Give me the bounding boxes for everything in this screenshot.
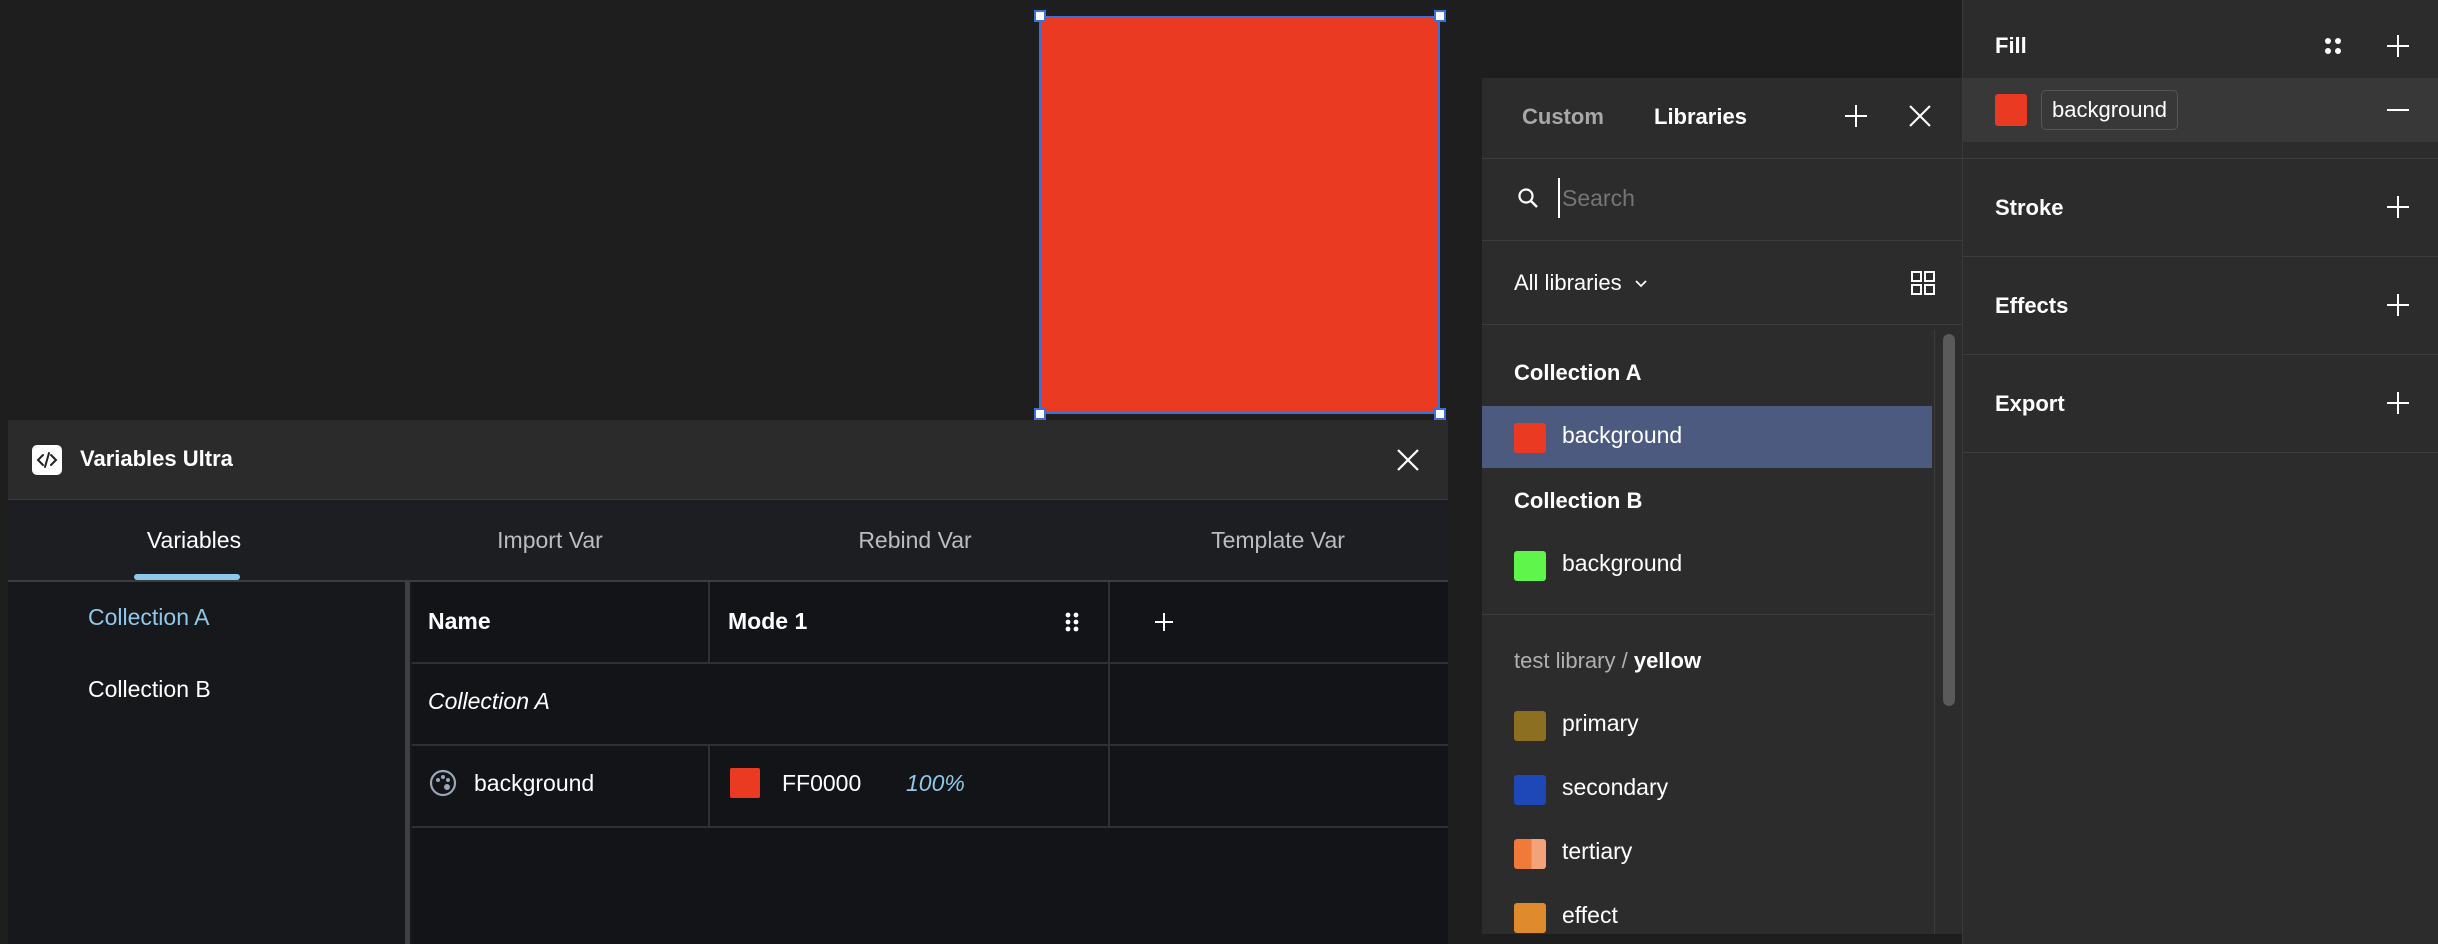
resize-handle-top-right[interactable] (1434, 10, 1446, 22)
grid-divider (412, 662, 1448, 664)
library-path-title: test library / yellow (1514, 648, 1701, 674)
resize-handle-top-left[interactable] (1034, 10, 1046, 22)
properties-panel: Fill background Stroke Effects Export (1962, 0, 2438, 944)
library-item-label: tertiary (1562, 838, 1633, 864)
divider (1963, 158, 2438, 159)
style-grid-icon[interactable] (2319, 32, 2347, 60)
color-swatch (1514, 775, 1546, 805)
library-item[interactable]: tertiary (1482, 822, 1932, 884)
color-swatch[interactable] (730, 768, 760, 798)
hex-value[interactable]: FF0000 (782, 770, 861, 797)
add-mode-icon[interactable] (1150, 608, 1178, 636)
export-section-title: Export (1995, 391, 2065, 416)
divider (1963, 452, 2438, 453)
tab-template-var[interactable]: Template Var (1138, 500, 1418, 580)
code-icon (32, 445, 62, 475)
divider (1482, 158, 1962, 159)
fill-variable-pill[interactable]: background (2041, 90, 2178, 130)
divider (1482, 614, 1934, 615)
collection-item-a[interactable]: Collection A (88, 604, 209, 631)
library-item[interactable]: secondary (1482, 758, 1932, 820)
active-tab-indicator (134, 574, 240, 580)
tab-import-var[interactable]: Import Var (420, 500, 680, 580)
grid-divider (412, 826, 1448, 828)
plugin-window: Variables Ultra Variables Import Var Reb… (8, 420, 1448, 944)
effects-section-title: Effects (1995, 293, 2069, 318)
selected-rectangle[interactable] (1039, 16, 1440, 414)
tab-variables[interactable]: Variables (72, 500, 316, 580)
plugin-title: Variables Ultra (80, 446, 233, 471)
scrollbar-track[interactable] (1934, 330, 1962, 934)
color-swatch (1514, 839, 1546, 869)
search-input[interactable] (1558, 178, 1922, 218)
color-swatch (1514, 711, 1546, 741)
plugin-header: Variables Ultra (8, 420, 1448, 500)
divider (1482, 240, 1962, 241)
grid-divider (412, 744, 1448, 746)
close-icon[interactable] (1393, 445, 1423, 475)
drag-handle-icon[interactable] (1058, 608, 1086, 636)
library-item-label: primary (1562, 710, 1639, 736)
chevron-down-icon (1634, 279, 1648, 289)
library-item-label: background (1562, 550, 1683, 576)
library-name: yellow (1633, 648, 1702, 673)
close-icon[interactable] (1906, 102, 1934, 130)
palette-icon (428, 768, 458, 798)
divider (1482, 324, 1962, 325)
stroke-section-title: Stroke (1995, 195, 2064, 220)
tab-libraries[interactable]: Libraries (1654, 104, 1747, 130)
grid-view-icon[interactable] (1908, 268, 1938, 298)
library-item-label: background (1562, 422, 1683, 448)
resize-handle-bottom-left[interactable] (1034, 408, 1046, 420)
divider (1963, 256, 2438, 257)
color-swatch (1514, 551, 1546, 581)
fill-color-swatch[interactable] (1995, 94, 2027, 126)
fill-row[interactable]: background (1963, 78, 2438, 142)
color-swatch (1514, 423, 1546, 453)
libraries-popup: Custom Libraries All libraries Collectio… (1482, 78, 1962, 934)
group-label: Collection A (428, 688, 550, 714)
column-header-mode[interactable]: Mode 1 (728, 608, 807, 635)
fill-section-title: Fill (1995, 33, 2027, 58)
variable-name[interactable]: background (474, 770, 594, 797)
library-item-label: effect (1562, 902, 1618, 928)
plugin-tabs: Variables Import Var Rebind Var Template… (8, 500, 1448, 582)
grid-divider (708, 582, 710, 662)
add-icon[interactable] (1842, 102, 1870, 130)
scrollbar-thumb[interactable] (1943, 334, 1955, 706)
color-swatch (1514, 903, 1546, 933)
collection-sidebar: Collection A Collection B (8, 582, 410, 944)
tab-custom[interactable]: Custom (1522, 104, 1604, 130)
library-item-label: secondary (1562, 774, 1669, 800)
remove-fill-icon[interactable] (2383, 95, 2413, 125)
collection-item-b[interactable]: Collection B (88, 676, 211, 703)
grid-divider (1108, 582, 1110, 826)
library-item[interactable]: background (1482, 534, 1932, 596)
divider (1963, 354, 2438, 355)
search-icon (1516, 186, 1540, 210)
opacity-value[interactable]: 100% (906, 770, 965, 797)
add-export-icon[interactable] (2383, 388, 2413, 418)
resize-handle-bottom-right[interactable] (1434, 408, 1446, 420)
grid-divider (708, 744, 710, 826)
tab-rebind-var[interactable]: Rebind Var (780, 500, 1050, 580)
add-stroke-icon[interactable] (2383, 192, 2413, 222)
add-fill-icon[interactable] (2383, 31, 2413, 61)
library-item-selected[interactable]: background (1482, 406, 1932, 468)
add-effect-icon[interactable] (2383, 290, 2413, 320)
library-filter-dropdown[interactable]: All libraries (1514, 270, 1648, 296)
filter-label: All libraries (1514, 270, 1622, 295)
variables-table: Name Mode 1 Collection A background FF00… (412, 582, 1448, 944)
library-group-title: Collection A (1514, 360, 1642, 385)
library-path: test library / (1514, 648, 1628, 673)
library-group-title: Collection B (1514, 488, 1643, 513)
library-item[interactable]: effect (1482, 886, 1932, 934)
column-header-name: Name (428, 608, 491, 634)
library-item[interactable]: primary (1482, 694, 1932, 756)
